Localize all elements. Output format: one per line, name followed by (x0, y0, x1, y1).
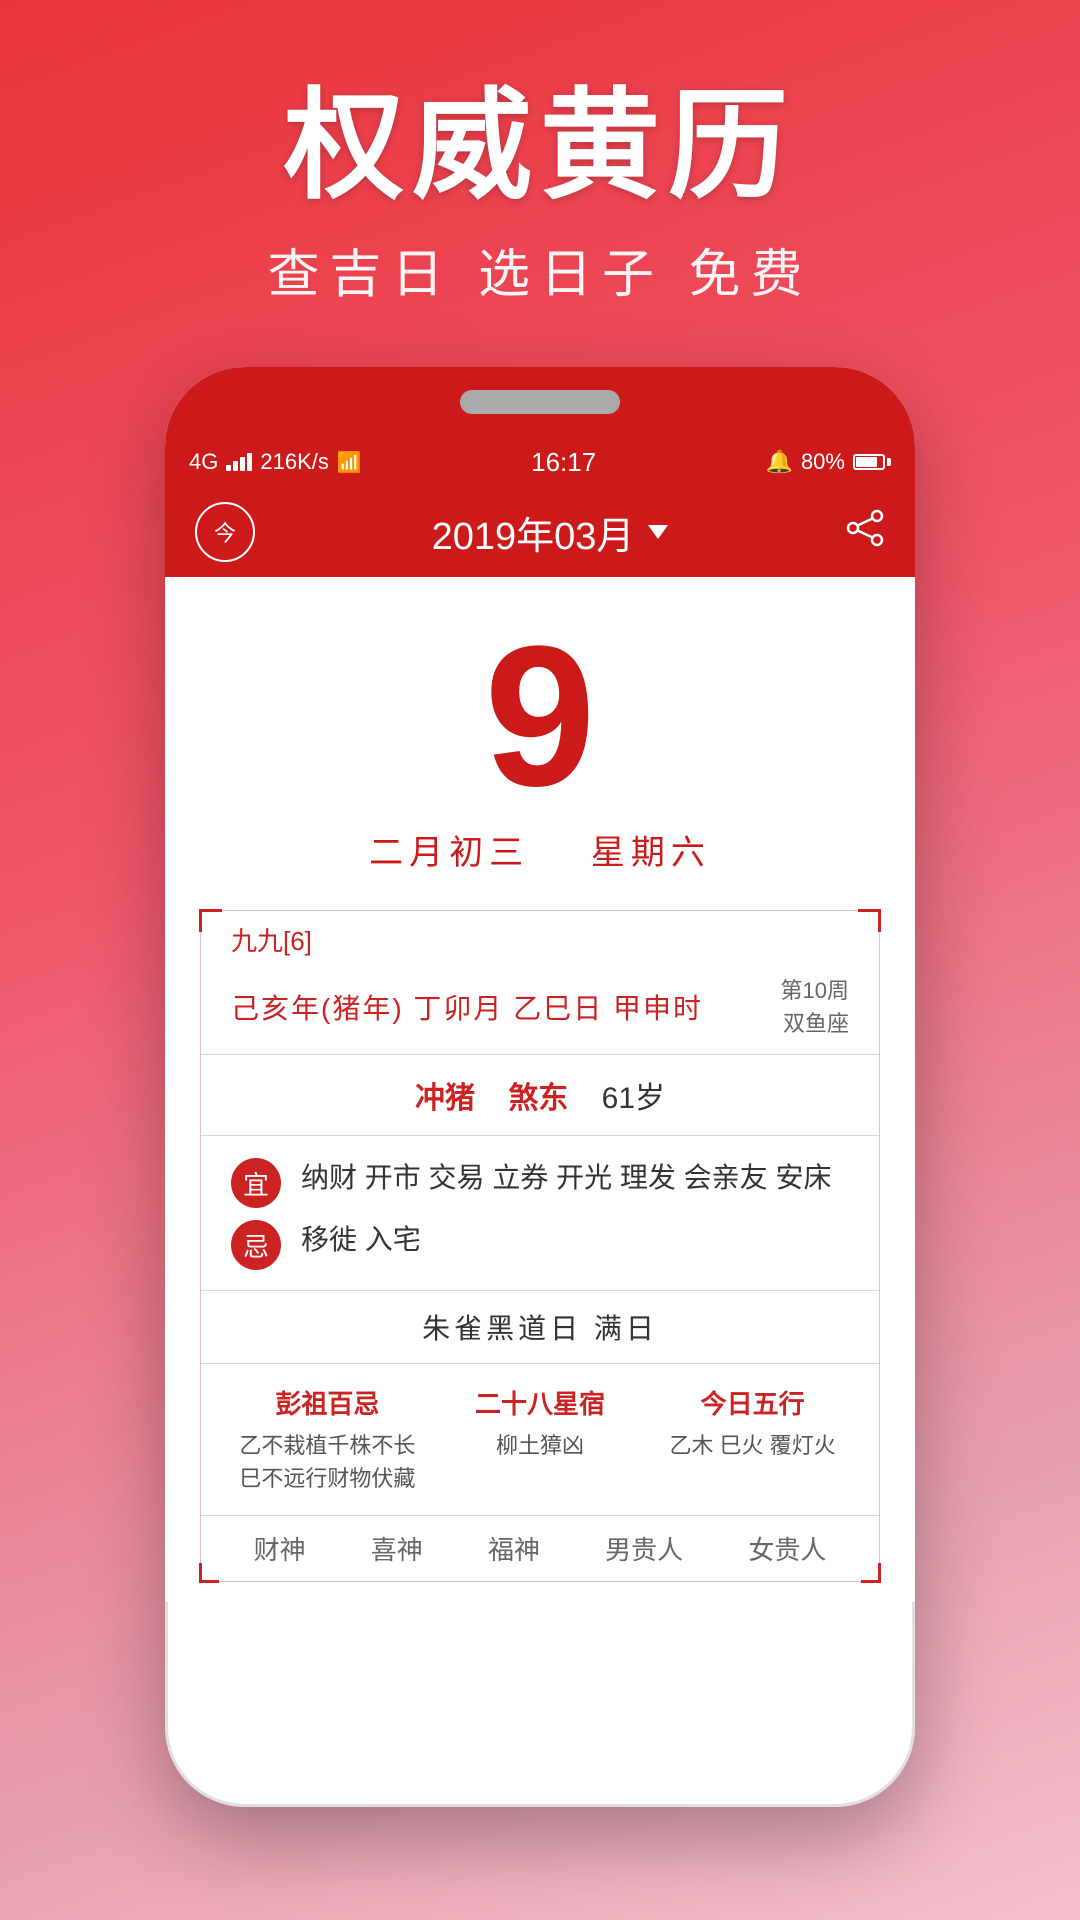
wuxing-value: 乙木 巳火 覆灯火 (670, 1429, 836, 1462)
status-left: 4G 216K/s 📶 (189, 449, 362, 475)
yi-label: 宜 (243, 1165, 269, 1202)
shen-item: 女贵人 (748, 1530, 826, 1567)
xiu-item: 二十八星宿 柳土獐凶 (434, 1374, 647, 1505)
ji-row: 忌 移徙 入宅 (231, 1218, 849, 1270)
xiu-label: 二十八星宿 (475, 1384, 605, 1421)
month-selector[interactable]: 2019年03月 (432, 505, 669, 560)
wuxing-item: 今日五行 乙木 巳火 覆灯火 (646, 1374, 859, 1505)
signal-bars (226, 453, 252, 471)
black-day-row: 朱雀黑道日 满日 (201, 1291, 879, 1363)
bottom-grid: 彭祖百忌 乙不栽植千株不长 巳不远行财物伏藏 二十八星宿 柳土獐凶 今日五行 乙… (201, 1364, 879, 1515)
corner-br (861, 1563, 881, 1583)
today-button[interactable]: 今 (195, 502, 255, 562)
nine-nine-label: 九九[6] (201, 911, 879, 958)
signal-bar-2 (233, 461, 238, 471)
pengzu-item: 彭祖百忌 乙不栽植千株不长 巳不远行财物伏藏 (221, 1374, 434, 1505)
chong-text: 冲猪 (415, 1082, 475, 1115)
phone-mockup: 4G 216K/s 📶 16:17 🔔 80% 今 (165, 367, 915, 1807)
main-title: 权威黄历 (60, 80, 1020, 212)
battery-body (853, 454, 885, 470)
ganzhi-row: 己亥年(猪年) 丁卯月 乙巳日 甲申时 第10周 双鱼座 (201, 958, 879, 1054)
chong-row: 冲猪 煞东 61岁 (201, 1055, 879, 1135)
status-bar: 4G 216K/s 📶 16:17 🔔 80% (165, 437, 915, 487)
sha-text: 煞东 (508, 1082, 568, 1115)
lunar-date: 二月初三 (369, 834, 529, 872)
month-title-text: 2019年03月 (432, 505, 635, 560)
battery-tip (887, 458, 891, 466)
age-text: 61岁 (602, 1082, 665, 1115)
signal-bar-4 (247, 453, 252, 471)
dropdown-arrow-icon (648, 525, 668, 539)
info-panel: 九九[6] 己亥年(猪年) 丁卯月 乙巳日 甲申时 第10周 双鱼座 冲猪 煞东… (200, 910, 880, 1582)
shen-item: 福神 (488, 1530, 540, 1567)
big-day-number: 9 (484, 617, 595, 817)
week-num: 第10周 (781, 974, 849, 1007)
yi-ji-section: 宜 纳财 开市 交易 立券 开光 理发 会亲友 安床 忌 移徙 入宅 (201, 1136, 879, 1290)
speed-label: 216K/s (260, 449, 329, 475)
sub-title: 查吉日 选日子 免费 (60, 232, 1020, 307)
signal-bar-3 (240, 457, 245, 471)
top-title-area: 权威黄历 查吉日 选日子 免费 (0, 0, 1080, 347)
ji-badge: 忌 (231, 1220, 281, 1270)
signal-label: 4G (189, 449, 218, 475)
ganzhi-text: 己亥年(猪年) 丁卯月 乙巳日 甲申时 (231, 987, 703, 1027)
xiu-value: 柳土獐凶 (496, 1429, 584, 1462)
shen-item: 财神 (254, 1530, 306, 1567)
yi-row: 宜 纳财 开市 交易 立券 开光 理发 会亲友 安床 (231, 1156, 849, 1208)
shen-item: 喜神 (371, 1530, 423, 1567)
yi-badge: 宜 (231, 1158, 281, 1208)
pengzu-value: 乙不栽植千株不长 巳不远行财物伏藏 (239, 1429, 415, 1495)
shen-row: 财神 喜神 福神 男贵人 女贵人 (201, 1515, 879, 1581)
wifi-icon: 📶 (337, 450, 362, 475)
app-header: 今 2019年03月 (165, 487, 915, 577)
big-date-area: 9 二月初三 星期六 (165, 577, 915, 894)
yi-content: 纳财 开市 交易 立券 开光 理发 会亲友 安床 (301, 1156, 849, 1201)
status-time: 16:17 (531, 447, 596, 478)
zodiac: 双鱼座 (781, 1007, 849, 1040)
battery-fill (856, 457, 877, 467)
ji-label: 忌 (243, 1227, 269, 1264)
battery-pct: 80% (801, 449, 845, 475)
pengzu-label: 彭祖百忌 (275, 1384, 379, 1421)
shen-item: 男贵人 (605, 1530, 683, 1567)
battery-icon (853, 454, 891, 470)
lunar-weekday: 二月初三 星期六 (369, 825, 711, 874)
corner-bl (199, 1563, 219, 1583)
alarm-icon: 🔔 (766, 449, 793, 475)
share-button[interactable] (845, 508, 885, 557)
phone-top (165, 367, 915, 437)
ji-content: 移徙 入宅 (301, 1218, 849, 1263)
zodiac-info: 第10周 双鱼座 (781, 974, 849, 1040)
status-right: 🔔 80% (766, 449, 891, 475)
weekday: 星期六 (591, 834, 711, 872)
today-label: 今 (214, 516, 236, 548)
wuxing-label: 今日五行 (701, 1384, 805, 1421)
main-content: 9 二月初三 星期六 九九[6] 己亥年(猪年) 丁卯月 乙巳日 甲申时 第10… (165, 577, 915, 1602)
signal-bar-1 (226, 465, 231, 471)
speaker (460, 390, 620, 414)
